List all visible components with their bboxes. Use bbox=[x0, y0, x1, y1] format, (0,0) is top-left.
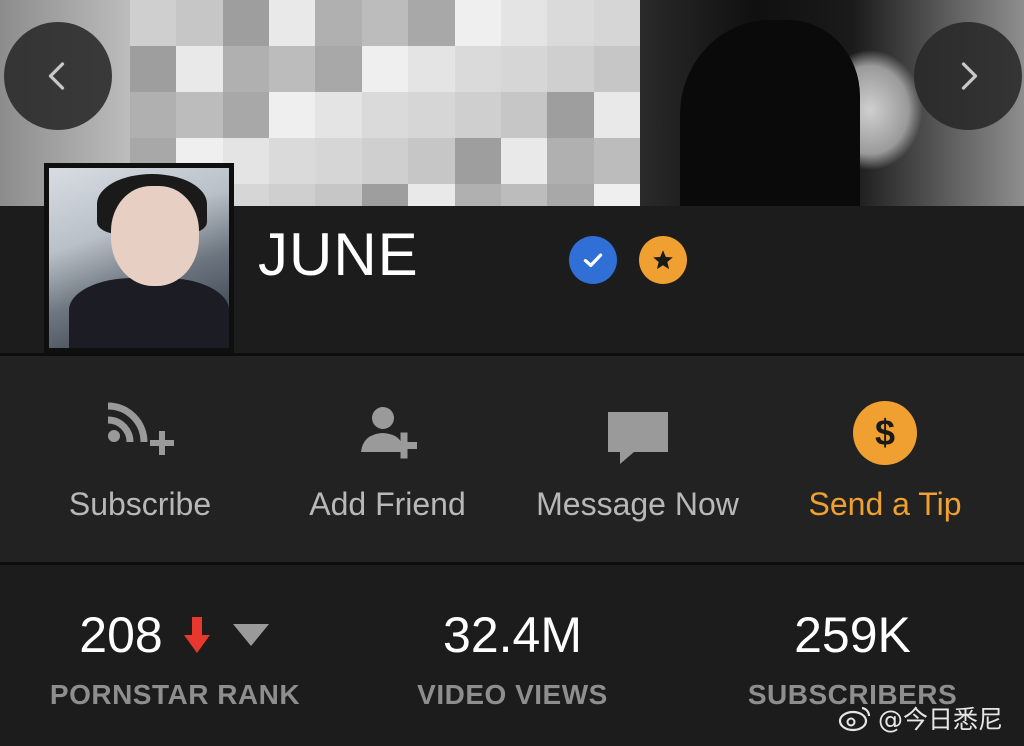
rank-caption: PORNSTAR RANK bbox=[49, 679, 301, 710]
mosaic-tile bbox=[315, 92, 362, 138]
mosaic-tile bbox=[176, 46, 223, 92]
mosaic-tile bbox=[315, 184, 362, 206]
mosaic-tile bbox=[500, 0, 548, 46]
next-button[interactable] bbox=[914, 22, 1022, 130]
mosaic-tile bbox=[593, 46, 640, 92]
add-friend-label: Add Friend bbox=[309, 486, 466, 522]
views-value: 32.4M bbox=[443, 607, 582, 663]
mosaic-tile bbox=[408, 92, 455, 138]
mosaic-tile bbox=[547, 46, 594, 92]
user-plus-icon bbox=[355, 396, 421, 466]
star-icon bbox=[639, 236, 687, 284]
mosaic-tile bbox=[454, 92, 501, 138]
svg-text:$: $ bbox=[875, 412, 895, 453]
mosaic-tile bbox=[593, 138, 640, 184]
mosaic-tile bbox=[361, 138, 409, 184]
message-now-label: Message Now bbox=[536, 486, 739, 522]
mosaic-tile bbox=[269, 0, 316, 46]
mosaic-tile bbox=[269, 184, 316, 206]
watermark-text: @今日悉尼 bbox=[878, 705, 1004, 734]
views-caption: VIDEO VIEWS bbox=[417, 679, 608, 710]
mosaic-tile bbox=[222, 46, 270, 92]
mosaic-tile bbox=[269, 92, 316, 138]
mosaic-tile bbox=[315, 138, 362, 184]
mosaic-tile bbox=[176, 0, 223, 46]
chevron-down-icon[interactable] bbox=[231, 622, 271, 648]
rank-value: 208 bbox=[79, 607, 163, 663]
dollar-icon: $ bbox=[852, 396, 918, 466]
mosaic-tile bbox=[222, 0, 270, 46]
watermark: @今日悉尼 bbox=[838, 700, 1003, 736]
message-now-button[interactable]: Message Now bbox=[515, 396, 760, 526]
rank-value-row: 208 bbox=[79, 605, 270, 665]
add-friend-button[interactable]: Add Friend bbox=[290, 396, 485, 526]
subscribers-stat: 259K SUBSCRIBERS bbox=[735, 605, 970, 711]
mosaic-tile bbox=[222, 92, 270, 138]
rank-stat: 208 PORNSTAR RANK bbox=[40, 605, 310, 711]
mosaic-tile bbox=[361, 184, 409, 206]
send-tip-button[interactable]: $ Send a Tip bbox=[790, 396, 980, 526]
mosaic-tile bbox=[593, 92, 640, 138]
mosaic-tile bbox=[315, 46, 362, 92]
action-bar: Subscribe Add Friend Message Now $ Send … bbox=[0, 356, 1024, 562]
mosaic-tile bbox=[361, 92, 409, 138]
weibo-icon bbox=[838, 706, 871, 732]
mosaic-tile bbox=[500, 184, 548, 206]
rank-down-arrow-icon bbox=[183, 617, 210, 653]
mosaic-tile bbox=[361, 0, 409, 46]
chevron-left-icon bbox=[48, 62, 65, 90]
mosaic-tile bbox=[500, 138, 548, 184]
message-icon bbox=[606, 396, 670, 466]
mosaic-tile bbox=[315, 0, 362, 46]
mosaic-tile bbox=[408, 138, 455, 184]
mosaic-tile bbox=[500, 92, 548, 138]
mosaic-tile bbox=[130, 92, 177, 138]
mosaic-tile bbox=[408, 184, 455, 206]
subscribe-button[interactable]: Subscribe bbox=[50, 396, 230, 526]
prev-button[interactable] bbox=[4, 22, 112, 130]
mosaic-tile bbox=[500, 46, 548, 92]
mosaic-tile bbox=[130, 46, 177, 92]
subscribers-value: 259K bbox=[794, 607, 911, 663]
avatar[interactable] bbox=[44, 163, 234, 353]
mosaic-tile bbox=[454, 0, 501, 46]
mosaic-tile bbox=[408, 46, 455, 92]
mosaic-tile bbox=[547, 0, 594, 46]
mosaic-tile bbox=[454, 138, 501, 184]
avatar-photo-body bbox=[69, 278, 229, 348]
mosaic-tile bbox=[269, 46, 316, 92]
mosaic-tile bbox=[593, 184, 640, 206]
avatar-photo bbox=[49, 168, 229, 348]
mosaic-tile bbox=[269, 138, 316, 184]
chevron-right-icon bbox=[961, 62, 978, 90]
mosaic-tile bbox=[454, 46, 501, 92]
mosaic-tile bbox=[547, 138, 594, 184]
mosaic-tile bbox=[130, 0, 177, 46]
subscribe-label: Subscribe bbox=[68, 486, 212, 522]
mosaic-tile bbox=[593, 0, 640, 46]
views-stat: 32.4M VIDEO VIEWS bbox=[405, 605, 620, 711]
rss-plus-icon bbox=[100, 396, 180, 466]
cover-photo-hair bbox=[680, 20, 860, 206]
mosaic-tile bbox=[454, 184, 501, 206]
profile-name: JUNE bbox=[258, 221, 419, 288]
verified-icon bbox=[569, 236, 617, 284]
mosaic-tile bbox=[547, 184, 594, 206]
mosaic-tile bbox=[361, 46, 409, 92]
avatar-photo-face bbox=[111, 186, 199, 286]
send-tip-label: Send a Tip bbox=[808, 486, 962, 522]
mosaic-tile bbox=[408, 0, 455, 46]
mosaic-tile bbox=[547, 92, 594, 138]
mosaic-tile bbox=[176, 92, 223, 138]
